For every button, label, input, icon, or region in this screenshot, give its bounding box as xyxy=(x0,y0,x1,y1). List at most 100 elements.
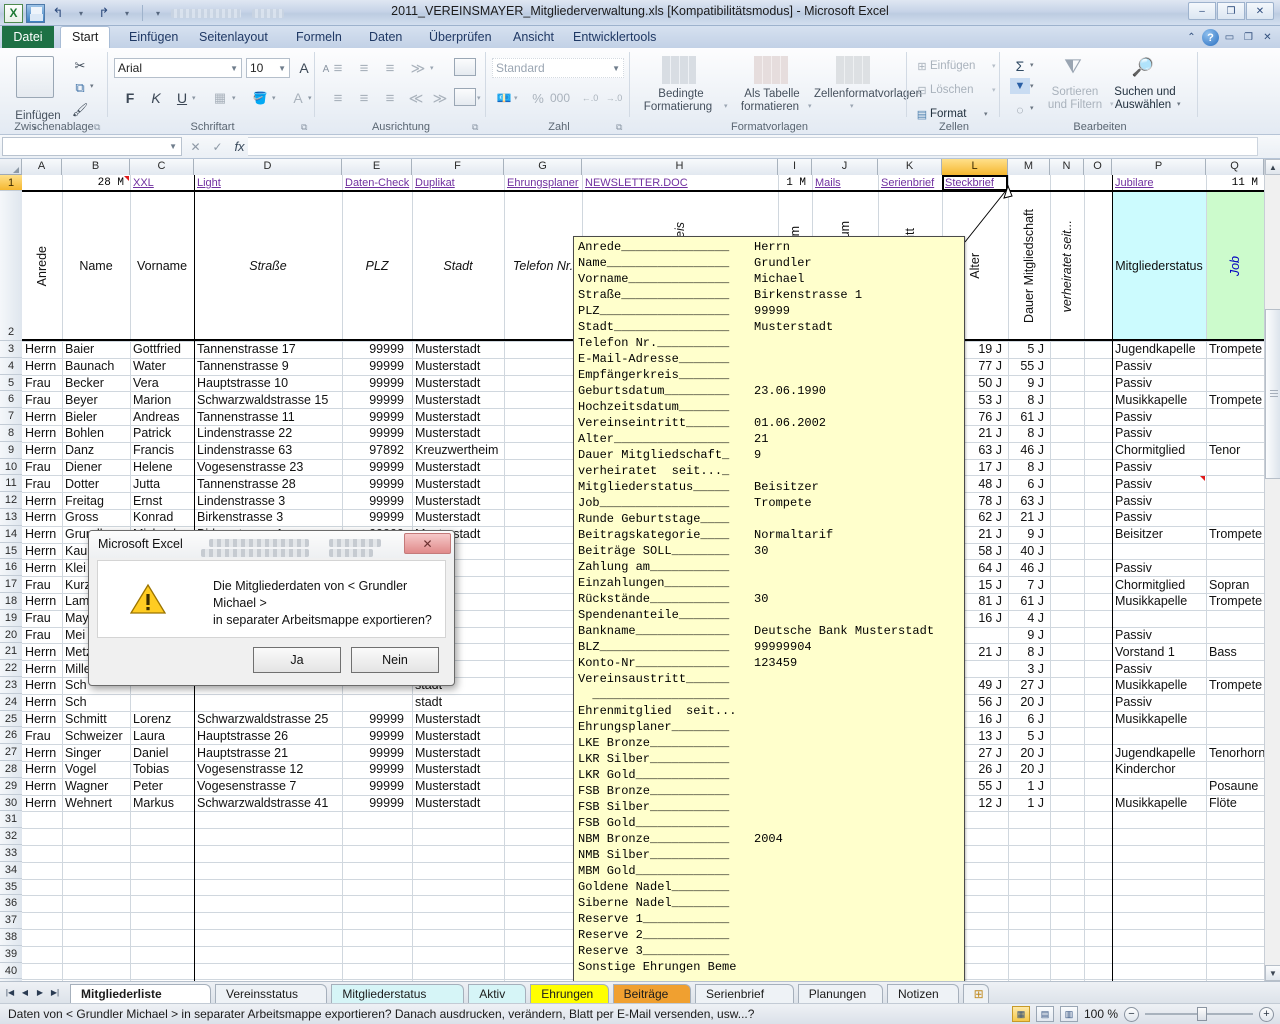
row-header-3[interactable]: 3 xyxy=(0,341,22,358)
cell-d12[interactable]: Lindenstrasse 3 xyxy=(194,492,342,509)
column-header-h[interactable]: H xyxy=(582,159,778,175)
cell-a36[interactable] xyxy=(22,895,62,912)
cell-b29[interactable]: Wagner xyxy=(62,778,130,795)
row-header-11[interactable]: 11 xyxy=(0,475,22,492)
cancel-formula-icon[interactable]: ✕ xyxy=(186,137,205,156)
row-header-5[interactable]: 5 xyxy=(0,375,22,392)
row-header-30[interactable]: 30 xyxy=(0,795,22,812)
cell-e25[interactable]: 99999 xyxy=(342,711,412,728)
cell-q10[interactable] xyxy=(1206,459,1264,476)
cell-p11[interactable]: Passiv xyxy=(1112,475,1206,492)
increase-indent-icon[interactable]: ≫ xyxy=(430,88,450,108)
row-header-15[interactable]: 15 xyxy=(0,543,22,560)
borders-icon[interactable]: ▦ xyxy=(210,88,230,108)
cell-d27[interactable]: Hauptstrasse 21 xyxy=(194,744,342,761)
cell-m33[interactable] xyxy=(1008,845,1050,862)
cell-e27[interactable]: 99999 xyxy=(342,744,412,761)
cell-f11[interactable]: Musterstadt xyxy=(412,475,504,492)
cell-f39[interactable] xyxy=(412,946,504,963)
thousands-icon[interactable]: 000 xyxy=(550,88,570,108)
cell-q33[interactable] xyxy=(1206,845,1264,862)
cell-e30[interactable]: 99999 xyxy=(342,795,412,812)
row-header-6[interactable]: 6 xyxy=(0,391,22,408)
column-header-m[interactable]: M xyxy=(1008,159,1050,175)
align-top-icon[interactable]: ≡ xyxy=(328,58,348,78)
cell-e5[interactable]: 99999 xyxy=(342,375,412,392)
row-header-8[interactable]: 8 xyxy=(0,425,22,442)
cell-d9[interactable]: Lindenstrasse 63 xyxy=(194,442,342,459)
delete-cells-label[interactable]: Löschen xyxy=(930,84,1000,96)
cell-d11[interactable]: Tannenstrasse 28 xyxy=(194,475,342,492)
name-box[interactable]: ▼ xyxy=(2,137,182,156)
clipboard-dialog-launcher-icon[interactable]: ⧉ xyxy=(94,122,105,133)
cell-b9[interactable]: Danz xyxy=(62,442,130,459)
restore-button[interactable]: ❐ xyxy=(1217,2,1245,20)
align-right-icon[interactable]: ≡ xyxy=(380,88,400,108)
excel-confirmation-dialog[interactable]: Microsoft Excel ✕ Die Mitgliederdaten vo… xyxy=(88,530,455,686)
cell-p34[interactable] xyxy=(1112,862,1206,879)
cell-a12[interactable]: Herrn xyxy=(22,492,62,509)
cell-e12[interactable]: 99999 xyxy=(342,492,412,509)
sort-filter-label-2[interactable]: und Filtern xyxy=(1040,99,1110,111)
cell-p35[interactable] xyxy=(1112,879,1206,896)
cell-a19[interactable]: Frau xyxy=(22,610,62,627)
cell-m32[interactable] xyxy=(1008,828,1050,845)
cell-q11[interactable] xyxy=(1206,475,1264,492)
row-header-40[interactable]: 40 xyxy=(0,963,22,980)
cell-q32[interactable] xyxy=(1206,828,1264,845)
cell-m30[interactable]: 1 J xyxy=(1008,795,1050,812)
chevron-down-icon[interactable]: ▼ xyxy=(230,64,238,73)
cell-p36[interactable] xyxy=(1112,895,1206,912)
decrease-decimal-icon[interactable]: →.0 xyxy=(604,88,624,108)
scroll-down-icon[interactable]: ▼ xyxy=(1265,965,1280,981)
header-cell-n[interactable]: verheiratet seit... xyxy=(1050,191,1084,341)
cell-row1-d[interactable]: Light xyxy=(194,175,342,191)
cell-a37[interactable] xyxy=(22,912,62,929)
cell-c3[interactable]: Gottfried xyxy=(130,341,194,358)
row-header-33[interactable]: 33 xyxy=(0,845,22,862)
cell-q12[interactable] xyxy=(1206,492,1264,509)
currency-icon[interactable]: 💶 xyxy=(494,88,514,108)
row-header-24[interactable]: 24 xyxy=(0,694,22,711)
cell-q6[interactable]: Trompete xyxy=(1206,391,1264,408)
view-normal-icon[interactable]: ▦ xyxy=(1012,1006,1030,1022)
row-header-1[interactable]: 1 xyxy=(0,175,22,191)
row-header-16[interactable]: 16 xyxy=(0,559,22,576)
cell-m3[interactable]: 5 J xyxy=(1008,341,1050,358)
row-header-37[interactable]: 37 xyxy=(0,912,22,929)
cell-c5[interactable]: Vera xyxy=(130,375,194,392)
currency-dropdown-icon[interactable]: ▾ xyxy=(514,94,518,102)
cell-q24[interactable] xyxy=(1206,694,1264,711)
formula-input[interactable] xyxy=(248,137,1258,156)
cell-q27[interactable]: Tenorhorn xyxy=(1206,744,1264,761)
cell-a25[interactable]: Herrn xyxy=(22,711,62,728)
font-color-dropdown-icon[interactable]: ▾ xyxy=(308,94,312,102)
cell-p20[interactable]: Passiv xyxy=(1112,627,1206,644)
cell-c25[interactable]: Lorenz xyxy=(130,711,194,728)
cell-p30[interactable]: Musikkapelle xyxy=(1112,795,1206,812)
cell-p38[interactable] xyxy=(1112,929,1206,946)
cell-e31[interactable] xyxy=(342,811,412,828)
header-cell-f[interactable]: Stadt xyxy=(412,191,504,341)
chevron-down-icon[interactable]: ▼ xyxy=(169,142,177,151)
font-name-input[interactable]: Arial ▼ xyxy=(114,58,242,78)
dialog-no-button[interactable]: Nein xyxy=(351,647,439,673)
book-minimize-icon[interactable]: ▭ xyxy=(1221,29,1238,46)
cell-e38[interactable] xyxy=(342,929,412,946)
cell-m26[interactable]: 5 J xyxy=(1008,727,1050,744)
cell-p5[interactable]: Passiv xyxy=(1112,375,1206,392)
cell-p4[interactable]: Passiv xyxy=(1112,358,1206,375)
cell-e32[interactable] xyxy=(342,828,412,845)
fill-dropdown-icon[interactable]: ▾ xyxy=(1030,82,1034,90)
cell-p33[interactable] xyxy=(1112,845,1206,862)
cell-f8[interactable]: Musterstadt xyxy=(412,425,504,442)
cell-m4[interactable]: 55 J xyxy=(1008,358,1050,375)
cell-f37[interactable] xyxy=(412,912,504,929)
cell-b3[interactable]: Baier xyxy=(62,341,130,358)
cell-a23[interactable]: Herrn xyxy=(22,677,62,694)
cell-f26[interactable]: Musterstadt xyxy=(412,727,504,744)
cell-m5[interactable]: 9 J xyxy=(1008,375,1050,392)
chevron-down-icon[interactable]: ▼ xyxy=(278,64,286,73)
last-sheet-icon[interactable]: ▶| xyxy=(48,985,62,1000)
cell-d36[interactable] xyxy=(194,895,342,912)
